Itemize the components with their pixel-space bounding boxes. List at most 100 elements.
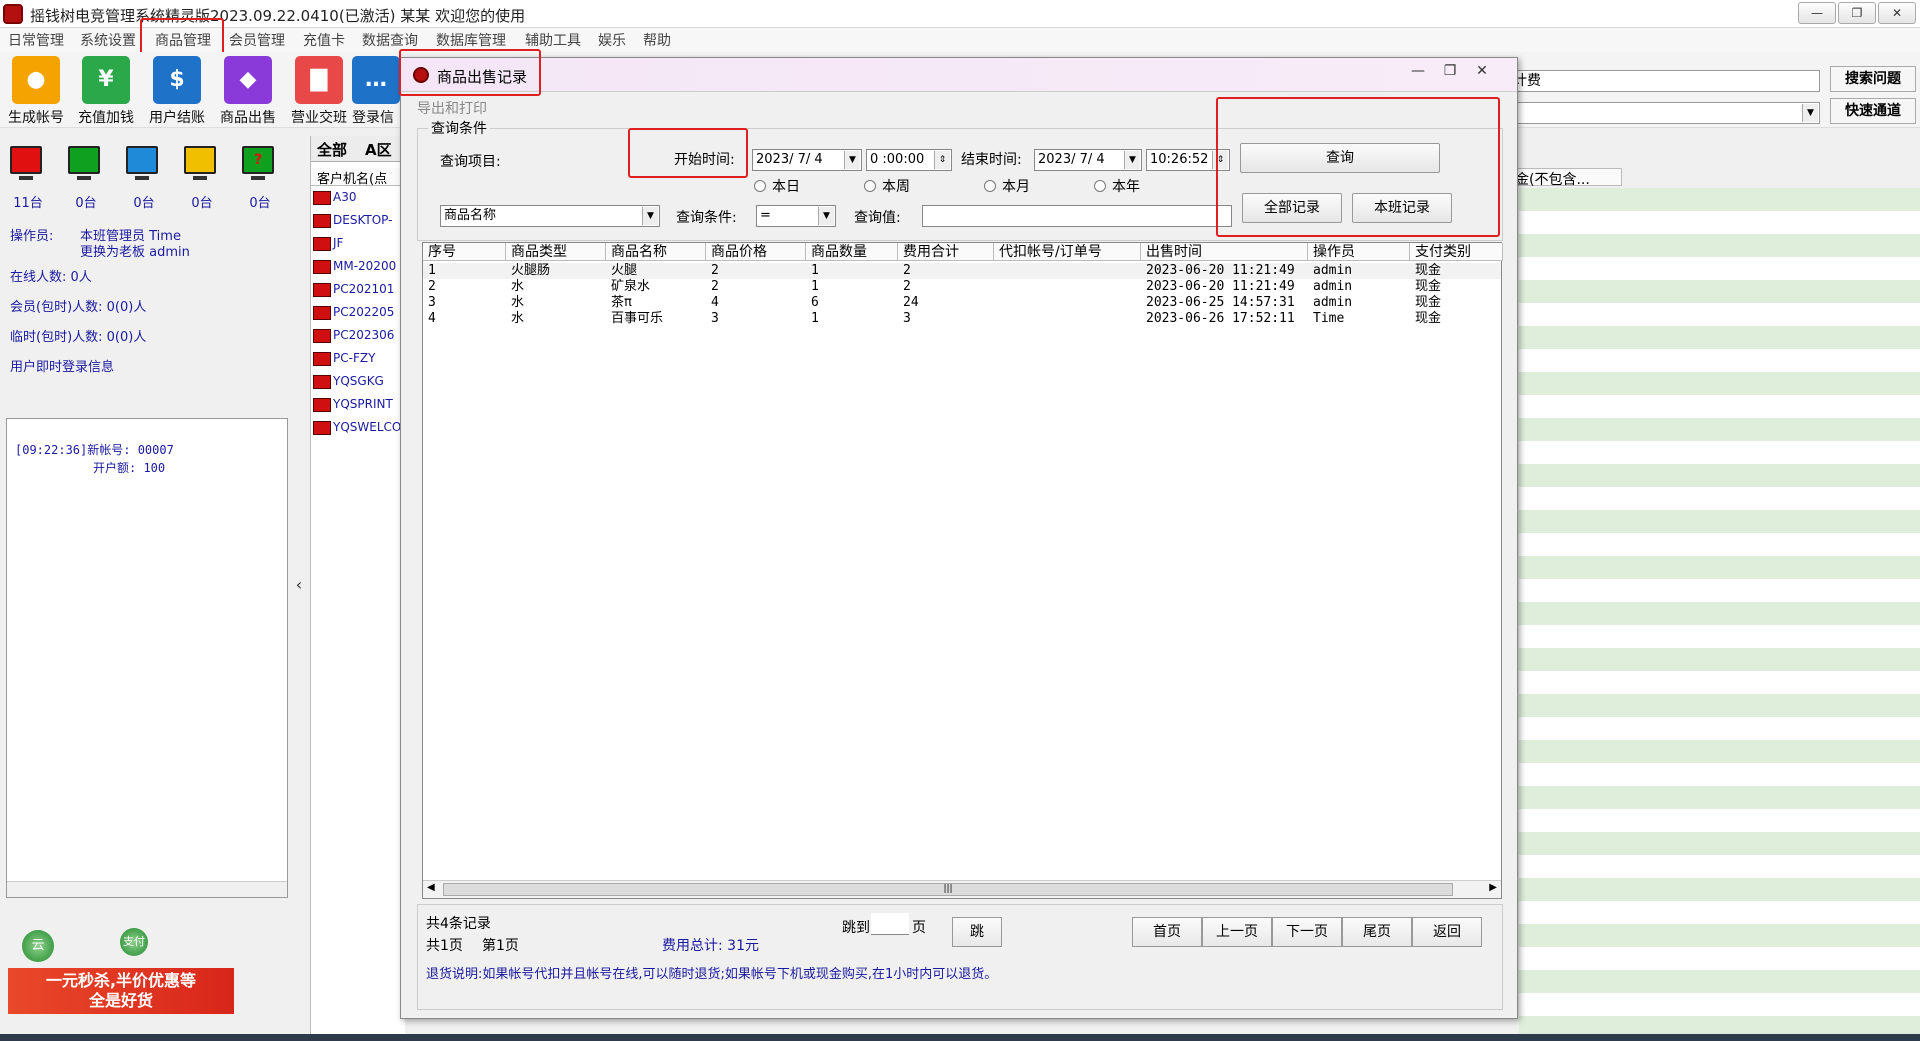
column-header[interactable]: 支付类别 [1410, 243, 1503, 261]
jump-button[interactable]: 跳 [952, 917, 1002, 947]
create-account-button[interactable]: ● 生成帐号 [0, 56, 72, 126]
menu-card[interactable]: 充值卡 [303, 30, 345, 50]
close-button[interactable]: ✕ [1878, 2, 1916, 24]
menu-tools[interactable]: 辅助工具 [525, 30, 581, 50]
next-page-button[interactable]: 下一页 [1272, 917, 1342, 947]
query-item-select[interactable]: 商品名称 ▼ [440, 205, 660, 227]
menu-members[interactable]: 会员管理 [229, 30, 285, 50]
return-policy-note: 退货说明:如果帐号代扣并且帐号在线,可以随时退货;如果帐号下机或现金购买,在1小… [426, 967, 998, 982]
radio-year-label: 本年 [1112, 179, 1140, 195]
login-info-link[interactable]: 用户即时登录信息 [10, 356, 114, 375]
client-name: PC202101 [333, 282, 395, 296]
column-header[interactable]: 费用合计 [898, 243, 994, 261]
client-item[interactable]: DESKTOP- [313, 213, 392, 233]
jump-page-input[interactable] [871, 913, 909, 935]
condition-select[interactable]: = ▼ [756, 205, 836, 227]
maximize-button[interactable]: ❐ [1838, 2, 1876, 24]
client-item[interactable]: PC202101 [313, 282, 394, 302]
shift-records-button[interactable]: 本班记录 [1352, 193, 1452, 223]
export-print-menu[interactable]: 导出和打印 [417, 98, 487, 118]
promo-line-1: 一元秒杀,半价优惠等 [45, 971, 197, 990]
search-problem-button[interactable]: 搜索问题 [1830, 66, 1916, 92]
all-records-button[interactable]: 全部记录 [1242, 193, 1342, 223]
column-header[interactable]: 商品数量 [806, 243, 898, 261]
recharge-button[interactable]: ¥ 充值加钱 [70, 56, 142, 126]
client-item[interactable]: YQSGKG [313, 374, 384, 394]
table-row[interactable]: 2 水 矿泉水 2 1 2 2023-06-20 11:21:49 admin 现金 [423, 279, 1501, 295]
column-header[interactable]: 代扣帐号/订单号 [994, 243, 1141, 261]
scroll-left-icon[interactable]: ◀ [427, 882, 435, 893]
menu-goods[interactable]: 商品管理 [155, 30, 211, 50]
client-item[interactable]: PC202205 [313, 305, 394, 325]
minimize-button[interactable]: — [1798, 2, 1836, 24]
column-header[interactable]: 商品价格 [706, 243, 806, 261]
end-date-picker[interactable]: 2023/ 7/ 4 ▼ [1034, 149, 1142, 171]
client-item[interactable]: YQSWELCO [313, 420, 401, 440]
menu-database[interactable]: 数据库管理 [436, 30, 506, 50]
end-time-picker[interactable]: 10:26:52 ⇕ [1146, 149, 1230, 171]
end-time-label: 结束时间: [961, 152, 1022, 168]
sell-goods-button[interactable]: ◆ 商品出售 [212, 56, 284, 126]
shop-icon: ▇ [295, 56, 343, 104]
client-item[interactable]: PC-FZY [313, 351, 375, 371]
tab-all[interactable]: 全部 [317, 139, 347, 160]
radio-this-month[interactable]: 本月 [984, 176, 1030, 196]
table-row[interactable]: 4 水 百事可乐 3 1 3 2023-06-26 17:52:11 Time 现金 [423, 311, 1501, 327]
computer-icon [313, 420, 331, 435]
column-header[interactable]: 操作员 [1308, 243, 1410, 261]
start-time-picker[interactable]: 0 :00:00 ⇕ [866, 149, 952, 171]
menu-daily[interactable]: 日常管理 [8, 30, 64, 50]
radio-this-week[interactable]: 本周 [864, 176, 910, 196]
scroll-thumb[interactable]: ||| [443, 883, 1453, 896]
login-info-button[interactable]: … 登录信 [352, 56, 400, 126]
prev-page-button[interactable]: 上一页 [1202, 917, 1272, 947]
start-time-label: 开始时间: [674, 152, 735, 168]
client-item[interactable]: PC202306 [313, 328, 394, 348]
client-item[interactable]: JF [313, 236, 343, 256]
scroll-right-icon[interactable]: ▶ [1489, 882, 1497, 893]
create-account-label: 生成帐号 [8, 110, 64, 126]
quick-channel-button[interactable]: 快速通道 [1830, 98, 1916, 124]
checkout-button[interactable]: $ 用户结账 [141, 56, 213, 126]
right-fee-field[interactable]: 计费 [1508, 70, 1820, 92]
right-table-row [1519, 947, 1920, 970]
column-header[interactable]: 商品类型 [506, 243, 606, 261]
query-button[interactable]: 查询 [1240, 143, 1440, 173]
right-dropdown[interactable]: ▼ [1508, 102, 1820, 124]
cloud-icon[interactable]: 云 [22, 930, 54, 962]
query-value-input[interactable] [922, 205, 1232, 227]
last-page-button[interactable]: 尾页 [1342, 917, 1412, 947]
pay-icon[interactable]: 支付 [120, 928, 148, 956]
menu-settings[interactable]: 系统设置 [80, 30, 136, 50]
radio-today[interactable]: 本日 [754, 176, 800, 196]
menu-fun[interactable]: 娱乐 [598, 30, 626, 50]
tab-a-zone[interactable]: A区 [365, 139, 392, 160]
dialog-footer: 共4条记录 共1页 第1页 费用总计: 31元 跳到 页 跳 首页 上一页 下一… [417, 904, 1503, 1010]
menu-help[interactable]: 帮助 [643, 30, 671, 50]
column-header[interactable]: 商品名称 [606, 243, 706, 261]
shift-change-button[interactable]: ▇ 营业交班 [283, 56, 355, 126]
collapse-left-icon[interactable]: ‹ [290, 575, 308, 599]
client-item[interactable]: A30 [313, 190, 356, 210]
dialog-maximize-button[interactable]: ❐ [1433, 62, 1467, 82]
computer-icon [313, 190, 331, 205]
client-item[interactable]: YQSPRINT [313, 397, 393, 417]
table-cell: 1 [811, 263, 819, 278]
column-header[interactable]: 出售时间 [1141, 243, 1308, 261]
promo-banner[interactable]: 一元秒杀,半价优惠等 全是好货 [8, 968, 234, 1014]
dialog-minimize-button[interactable]: — [1401, 62, 1435, 82]
table-row[interactable]: 3 水 茶π 4 6 24 2023-06-25 14:57:31 admin 现金 [423, 295, 1501, 311]
first-page-button[interactable]: 首页 [1132, 917, 1202, 947]
dialog-close-button[interactable]: ✕ [1465, 62, 1499, 82]
log-scrollbar[interactable] [7, 881, 287, 897]
table-row[interactable]: 1 火腿肠 火腿 2 1 2 2023-06-20 11:21:49 admin 现金 [423, 263, 1501, 279]
total-records: 共4条记录 [426, 916, 491, 932]
back-button[interactable]: 返回 [1412, 917, 1482, 947]
table-cell: 现金 [1415, 295, 1442, 310]
menu-query[interactable]: 数据查询 [362, 30, 418, 50]
horizontal-scrollbar[interactable]: ◀ ||| ▶ [423, 880, 1501, 898]
start-date-picker[interactable]: 2023/ 7/ 4 ▼ [752, 149, 862, 171]
client-item[interactable]: MM-20200 [313, 259, 396, 279]
column-header[interactable]: 序号 [423, 243, 506, 261]
radio-this-year[interactable]: 本年 [1094, 176, 1140, 196]
